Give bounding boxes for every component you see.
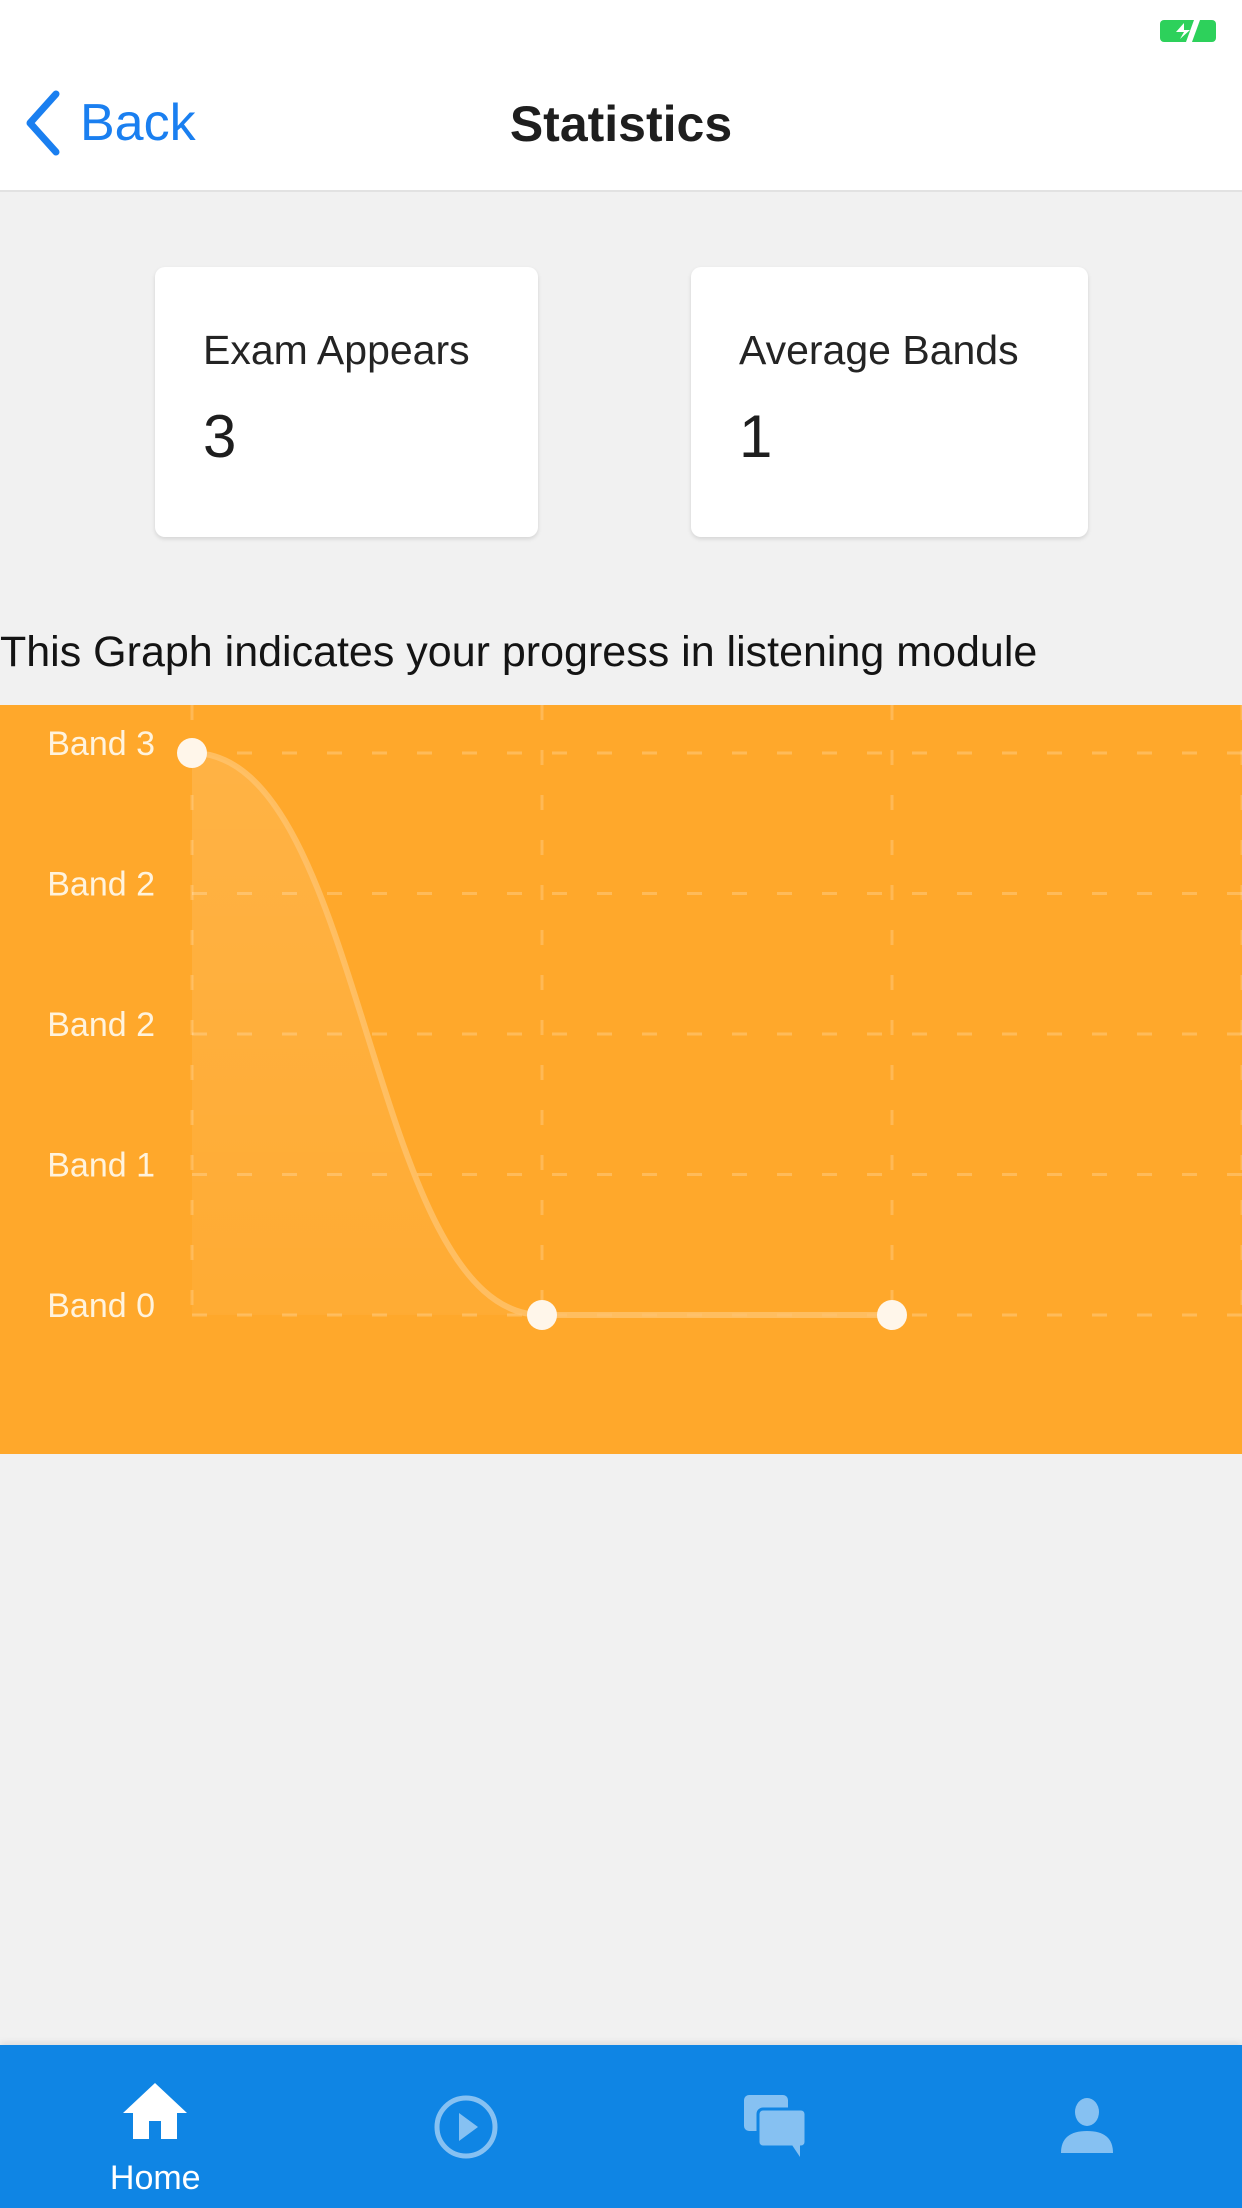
progress-chart: Band 3 Band 2 Band 2 Band 1 Band 0 bbox=[0, 705, 1242, 1454]
tab-play[interactable] bbox=[311, 2045, 622, 2208]
navigation-bar: Back Statistics bbox=[0, 60, 1242, 192]
data-point bbox=[877, 1300, 907, 1330]
stat-card-exam-appears: Exam Appears 3 bbox=[155, 267, 538, 537]
stat-label: Average Bands bbox=[739, 327, 1019, 373]
stat-value: 3 bbox=[203, 403, 237, 470]
tab-home[interactable]: Home bbox=[0, 2045, 311, 2208]
data-point bbox=[527, 1300, 557, 1330]
chart-svg: Band 3 Band 2 Band 2 Band 1 Band 0 bbox=[47, 705, 1242, 1330]
home-icon bbox=[123, 2083, 188, 2139]
y-tick-label: Band 0 bbox=[47, 1287, 155, 1325]
data-point bbox=[177, 738, 207, 768]
y-tick-label: Band 2 bbox=[47, 866, 155, 904]
stat-label: Exam Appears bbox=[203, 327, 470, 373]
y-tick-label: Band 1 bbox=[47, 1147, 155, 1185]
y-tick-label: Band 3 bbox=[47, 725, 155, 763]
tab-chat[interactable] bbox=[621, 2045, 932, 2208]
page-title: Statistics bbox=[509, 96, 733, 152]
stat-value: 1 bbox=[739, 403, 773, 470]
play-circle-icon bbox=[434, 2095, 498, 2159]
tab-label-home: Home bbox=[109, 2159, 201, 2197]
battery-charging-icon bbox=[1160, 20, 1216, 42]
status-bar bbox=[0, 0, 1242, 60]
y-tick-label: Band 2 bbox=[47, 1006, 155, 1044]
tab-bar: Home bbox=[0, 2045, 1242, 2208]
graph-caption: This Graph indicates your progress in li… bbox=[0, 628, 1038, 676]
chat-bubbles-icon bbox=[744, 2095, 808, 2157]
stat-card-average-bands: Average Bands 1 bbox=[691, 267, 1088, 537]
user-icon bbox=[1060, 2098, 1113, 2153]
tab-profile[interactable] bbox=[932, 2045, 1242, 2208]
